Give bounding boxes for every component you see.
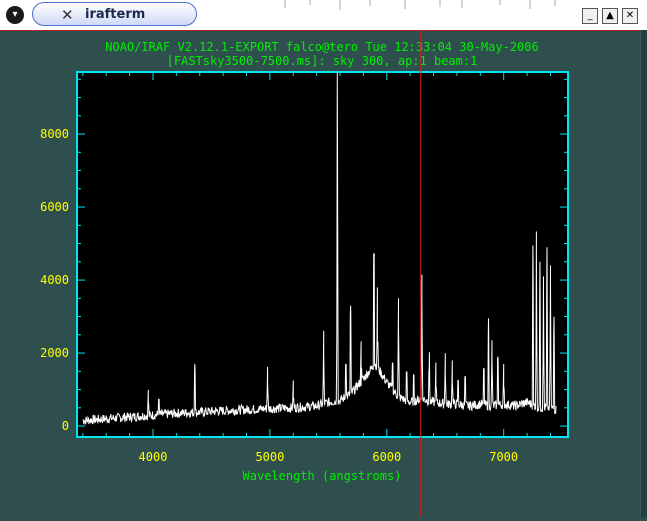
plot-header-line2: [FASTsky3500-7500.ms]: sky 300, ap:1 bea… [167, 54, 478, 68]
scrollbar[interactable] [640, 30, 647, 517]
x-axis-label: Wavelength (angstroms) [243, 469, 402, 483]
maximize-button[interactable]: ▲ [602, 8, 618, 24]
x-logo-icon: ✕ [61, 6, 74, 24]
x-tick-label: 6000 [372, 450, 401, 464]
y-tick-label: 8000 [40, 127, 69, 141]
y-tick-label: 0 [62, 419, 69, 433]
window-title: irafterm [85, 7, 146, 22]
window-title-pill: ✕ irafterm [32, 2, 197, 26]
x-tick-label: 7000 [489, 450, 518, 464]
title-bar-artifact [284, 0, 556, 10]
window-menu-button[interactable]: ▾ [6, 6, 24, 24]
close-button[interactable]: ✕ [622, 8, 638, 24]
y-tick-label: 4000 [40, 273, 69, 287]
plot-frame [76, 71, 569, 438]
y-tick-label: 2000 [40, 346, 69, 360]
chevron-down-icon: ▾ [12, 9, 18, 20]
minimize-button[interactable]: _ [582, 8, 598, 24]
spectrum-plot[interactable]: NOAO/IRAF V2.12.1-EXPORT falco@tero Tue … [0, 31, 641, 517]
x-tick-label: 5000 [255, 450, 284, 464]
terminal-area[interactable]: NOAO/IRAF V2.12.1-EXPORT falco@tero Tue … [0, 30, 647, 518]
title-bar: ▾ ✕ irafterm _ ▲ ✕ [0, 0, 647, 30]
y-tick-label: 6000 [40, 200, 69, 214]
plot-header-line1: NOAO/IRAF V2.12.1-EXPORT falco@tero Tue … [105, 40, 538, 54]
x-tick-label: 4000 [139, 450, 168, 464]
